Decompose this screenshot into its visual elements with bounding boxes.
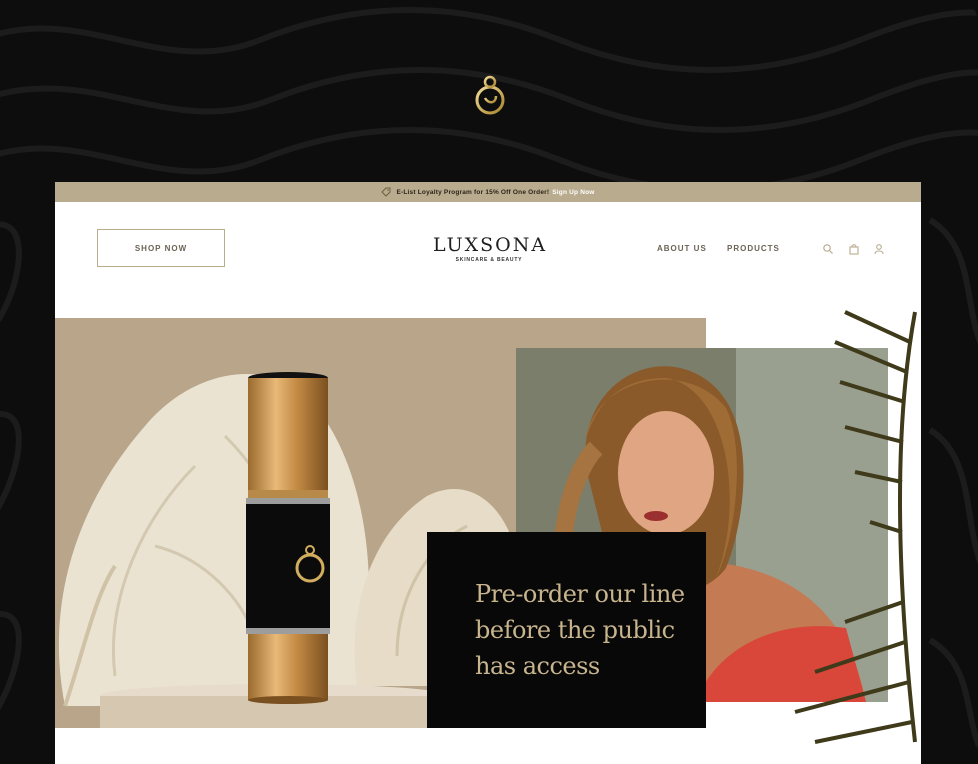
showcase-frame: E-List Loyalty Program for 15% Off One O… [0, 0, 978, 764]
brand-logo[interactable]: LUXSONA SKINCARE & BEAUTY [433, 234, 545, 268]
shopping-bag-icon[interactable] [848, 243, 860, 255]
promo-text: E-List Loyalty Program for 15% Off One O… [396, 188, 550, 196]
serum-bottle-image [246, 372, 330, 704]
brand-name: LUXSONA [433, 234, 548, 256]
user-icon[interactable] [873, 243, 885, 255]
tag-icon [381, 187, 391, 197]
palm-leaf-decoration [794, 310, 917, 744]
preorder-panel: Pre-order our line before the public has… [427, 532, 706, 728]
shop-now-button[interactable]: SHOP NOW [97, 229, 225, 267]
luxsona-logo-icon[interactable] [472, 74, 508, 116]
website-preview: E-List Loyalty Program for 15% Off One O… [55, 182, 921, 764]
promo-bar: E-List Loyalty Program for 15% Off One O… [55, 182, 921, 202]
hero-headline: Pre-order our line before the public has… [475, 580, 685, 680]
search-icon[interactable] [822, 243, 834, 255]
brand-tagline: SKINCARE & BEAUTY [455, 257, 523, 263]
nav-about-us[interactable]: ABOUT US [657, 244, 707, 253]
nav-products[interactable]: PRODUCTS [727, 244, 780, 253]
sign-up-link[interactable]: Sign Up Now [552, 189, 594, 196]
